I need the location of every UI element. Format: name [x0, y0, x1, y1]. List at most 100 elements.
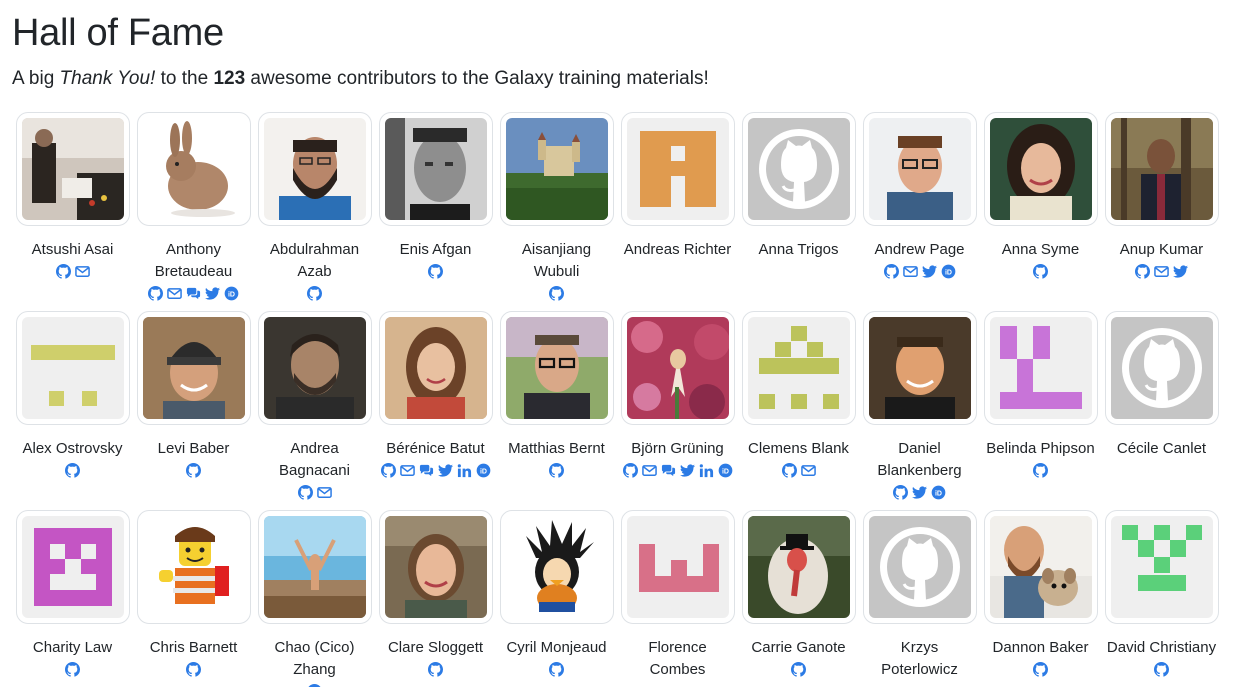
github-icon[interactable]	[428, 662, 443, 677]
avatar-image[interactable]	[747, 118, 850, 220]
contributor-card[interactable]: Chris Barnett	[133, 510, 254, 680]
contributor-name[interactable]: Cyril Monjeaud	[496, 637, 617, 659]
contributor-card[interactable]: Björn Grüning iD	[617, 311, 738, 481]
avatar-image[interactable]	[868, 118, 971, 220]
avatar-frame[interactable]	[983, 112, 1098, 226]
github-icon[interactable]	[380, 463, 396, 478]
avatar-frame[interactable]	[1104, 510, 1219, 624]
avatar-image[interactable]	[626, 516, 729, 618]
github-icon[interactable]	[1135, 264, 1150, 279]
contributor-name[interactable]: Enis Afgan	[375, 239, 496, 261]
contributor-card[interactable]: Atsushi Asai	[12, 112, 133, 282]
contributor-name[interactable]: Belinda Phipson	[980, 438, 1101, 460]
avatar-frame[interactable]	[378, 112, 493, 226]
contributor-card[interactable]: Aisanjiang Wubuli	[496, 112, 617, 304]
avatar-frame[interactable]	[499, 510, 614, 624]
contributor-card[interactable]: Alex Ostrovsky	[12, 311, 133, 481]
contributor-name[interactable]: Krzys Poterlowicz	[859, 637, 980, 681]
contributor-card[interactable]: David Christiany	[1101, 510, 1222, 680]
contributor-card[interactable]: Anna Syme	[980, 112, 1101, 282]
github-icon[interactable]	[148, 286, 163, 301]
twitter-icon[interactable]	[921, 264, 937, 279]
avatar-image[interactable]	[626, 317, 729, 419]
contributor-card[interactable]: Daniel Blankenberg iD	[859, 311, 980, 503]
contributor-name[interactable]: Clare Sloggett	[375, 637, 496, 659]
avatar-image[interactable]	[142, 516, 245, 618]
github-icon[interactable]	[893, 485, 908, 500]
avatar-image[interactable]	[384, 118, 487, 220]
chat-icon[interactable]	[419, 463, 434, 478]
chat-icon[interactable]	[661, 463, 676, 478]
github-icon[interactable]	[791, 662, 806, 677]
avatar-image[interactable]	[263, 317, 366, 419]
avatar-frame[interactable]	[136, 112, 251, 226]
email-icon[interactable]	[641, 463, 657, 478]
contributor-card[interactable]: Clemens Blank	[738, 311, 859, 481]
contributor-name[interactable]: Anthony Bretaudeau	[133, 239, 254, 283]
avatar-image[interactable]	[868, 516, 971, 618]
avatar-frame[interactable]	[620, 510, 735, 624]
avatar-frame[interactable]	[862, 112, 977, 226]
contributor-card[interactable]: Belinda Phipson	[980, 311, 1101, 481]
avatar-frame[interactable]	[378, 311, 493, 425]
contributor-name[interactable]: David Christiany	[1101, 637, 1222, 659]
avatar-frame[interactable]	[1104, 311, 1219, 425]
contributor-card[interactable]: Carrie Ganote	[738, 510, 859, 680]
contributor-card[interactable]: Enis Afgan	[375, 112, 496, 282]
contributor-card[interactable]: Krzys Poterlowicz	[859, 510, 980, 687]
contributor-card[interactable]: Clare Sloggett	[375, 510, 496, 680]
avatar-image[interactable]	[142, 118, 245, 220]
avatar-image[interactable]	[384, 516, 487, 618]
contributor-card[interactable]: Matthias Bernt	[496, 311, 617, 481]
avatar-frame[interactable]	[499, 112, 614, 226]
chat-icon[interactable]	[186, 286, 201, 301]
avatar-image[interactable]	[142, 317, 245, 419]
avatar-image[interactable]	[21, 516, 124, 618]
github-icon[interactable]	[297, 485, 313, 500]
github-icon[interactable]	[1033, 463, 1048, 478]
avatar-frame[interactable]	[257, 112, 372, 226]
contributor-name[interactable]: Daniel Blankenberg	[859, 438, 980, 482]
github-icon[interactable]	[883, 264, 899, 279]
linkedin-icon[interactable]	[457, 463, 472, 478]
avatar-image[interactable]	[989, 118, 1092, 220]
contributor-name[interactable]: Abdulrahman Azab	[254, 239, 375, 283]
contributor-name[interactable]: Bérénice Batut	[375, 438, 496, 460]
avatar-image[interactable]	[989, 317, 1092, 419]
avatar-frame[interactable]	[499, 311, 614, 425]
orcid-icon[interactable]: iD	[941, 264, 956, 279]
avatar-image[interactable]	[21, 317, 124, 419]
contributor-name[interactable]: Alex Ostrovsky	[12, 438, 133, 460]
email-icon[interactable]	[902, 264, 918, 279]
github-icon[interactable]	[65, 463, 80, 478]
contributor-card[interactable]: Andreas Richter	[617, 112, 738, 282]
github-icon[interactable]	[549, 286, 564, 301]
orcid-icon[interactable]: iD	[224, 286, 239, 301]
avatar-frame[interactable]	[862, 510, 977, 624]
avatar-frame[interactable]	[378, 510, 493, 624]
contributor-card[interactable]: Levi Baber	[133, 311, 254, 481]
avatar-frame[interactable]	[257, 311, 372, 425]
github-icon[interactable]	[1033, 264, 1048, 279]
contributor-card[interactable]: Charity Law	[12, 510, 133, 680]
avatar-frame[interactable]	[15, 112, 130, 226]
avatar-image[interactable]	[989, 516, 1092, 618]
contributor-card[interactable]: Andrea Bagnacani	[254, 311, 375, 503]
twitter-icon[interactable]	[205, 286, 220, 301]
avatar-frame[interactable]	[15, 311, 130, 425]
avatar-frame[interactable]	[862, 311, 977, 425]
linkedin-icon[interactable]	[699, 463, 714, 478]
contributor-name[interactable]: Andrew Page	[859, 239, 980, 261]
avatar-image[interactable]	[1110, 317, 1213, 419]
avatar-frame[interactable]	[741, 510, 856, 624]
contributor-name[interactable]: Anna Trigos	[738, 239, 859, 261]
avatar-frame[interactable]	[741, 112, 856, 226]
github-icon[interactable]	[549, 662, 564, 677]
avatar-image[interactable]	[868, 317, 971, 419]
contributor-name[interactable]: Björn Grüning	[617, 438, 738, 460]
avatar-frame[interactable]	[983, 311, 1098, 425]
avatar-image[interactable]	[263, 118, 366, 220]
contributor-name[interactable]: Andreas Richter	[617, 239, 738, 261]
avatar-image[interactable]	[505, 317, 608, 419]
github-icon[interactable]	[307, 286, 322, 301]
